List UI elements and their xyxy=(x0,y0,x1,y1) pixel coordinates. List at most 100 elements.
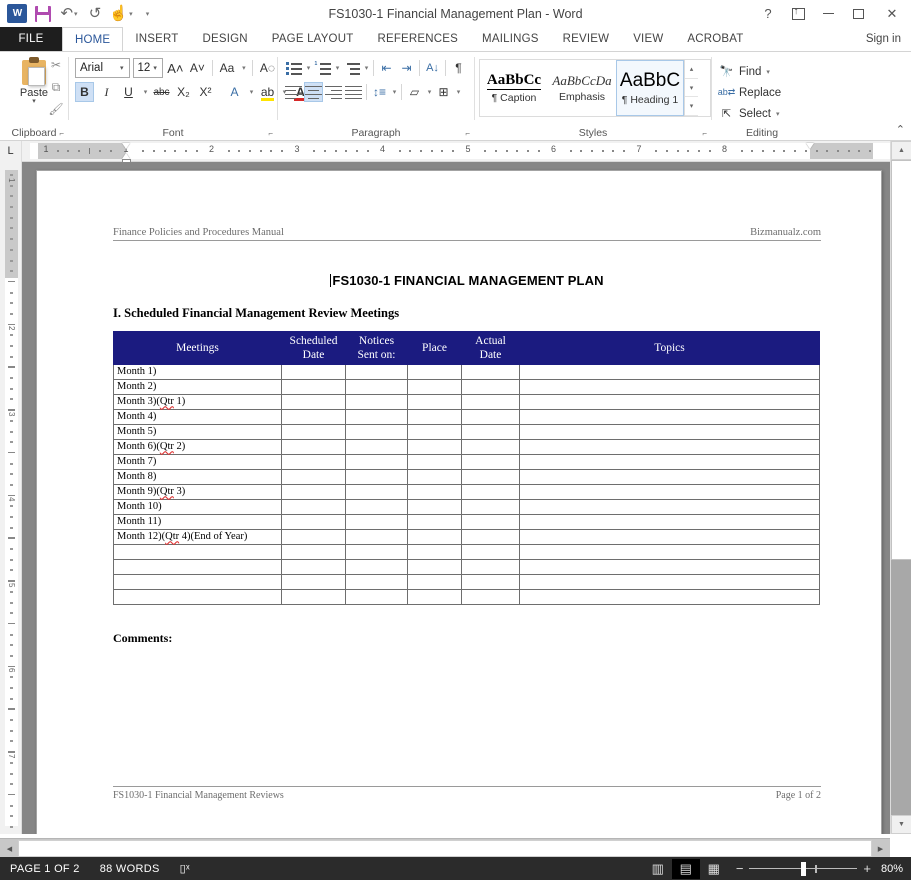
decrease-indent-icon[interactable]: ⇤ xyxy=(377,58,396,78)
align-right-icon[interactable] xyxy=(324,82,343,102)
underline-button[interactable]: U xyxy=(119,82,138,102)
clipboard-dialog-launcher-icon[interactable]: ⌐ xyxy=(59,129,64,138)
italic-button[interactable]: I xyxy=(97,82,116,102)
table-row[interactable]: Month 11) xyxy=(114,515,820,530)
vertical-scroll-track[interactable] xyxy=(891,160,911,815)
cell-empty[interactable] xyxy=(520,530,820,545)
save-icon[interactable] xyxy=(30,2,56,26)
cell-empty[interactable] xyxy=(462,380,520,395)
zoom-in-icon[interactable]: + xyxy=(863,861,871,876)
cell-empty[interactable] xyxy=(408,395,462,410)
cell-meeting[interactable]: Month 4) xyxy=(114,410,282,425)
print-layout-view-icon[interactable]: ▤ xyxy=(672,859,700,879)
cell-meeting[interactable] xyxy=(114,560,282,575)
cell-meeting[interactable]: Month 11) xyxy=(114,515,282,530)
cell-empty[interactable] xyxy=(346,380,408,395)
cell-empty[interactable] xyxy=(408,455,462,470)
change-case-caret-icon[interactable]: ▾ xyxy=(239,58,247,78)
cell-empty[interactable] xyxy=(282,500,346,515)
cell-empty[interactable] xyxy=(346,530,408,545)
strikethrough-button[interactable]: abc xyxy=(152,82,171,102)
cell-empty[interactable] xyxy=(282,425,346,440)
table-row[interactable]: Month 5) xyxy=(114,425,820,440)
cell-empty[interactable] xyxy=(462,560,520,575)
subscript-button[interactable]: X₂ xyxy=(174,82,193,102)
numbering-icon[interactable]: 1 xyxy=(313,58,332,78)
multilevel-list-icon[interactable] xyxy=(342,58,361,78)
cell-empty[interactable] xyxy=(282,455,346,470)
page-count-status[interactable]: PAGE 1 OF 2 xyxy=(0,863,90,875)
cell-meeting[interactable]: Month 10) xyxy=(114,500,282,515)
table-row[interactable]: Month 7) xyxy=(114,455,820,470)
cell-empty[interactable] xyxy=(346,410,408,425)
cell-empty[interactable] xyxy=(408,365,462,380)
cell-empty[interactable] xyxy=(346,485,408,500)
vertical-ruler[interactable]: 1234567 xyxy=(0,162,22,834)
line-spacing-icon[interactable]: ↕≡ xyxy=(370,82,389,102)
cell-empty[interactable] xyxy=(282,560,346,575)
text-effects-caret-icon[interactable]: ▾ xyxy=(247,82,255,102)
cell-empty[interactable] xyxy=(520,425,820,440)
cell-empty[interactable] xyxy=(346,515,408,530)
cell-empty[interactable] xyxy=(408,500,462,515)
cell-empty[interactable] xyxy=(346,560,408,575)
undo-icon[interactable]: ↶▾ xyxy=(56,2,82,26)
zoom-slider[interactable]: − + xyxy=(728,861,879,876)
cell-empty[interactable] xyxy=(408,515,462,530)
bullets-icon[interactable] xyxy=(284,58,303,78)
chevron-down-icon[interactable]: ▾ xyxy=(117,64,127,72)
vertical-scrollbar[interactable]: ▲ ▼ xyxy=(890,141,911,834)
cell-empty[interactable] xyxy=(462,410,520,425)
tab-insert[interactable]: INSERT xyxy=(123,27,190,51)
scroll-left-icon[interactable]: ◀ xyxy=(1,840,18,857)
minimize-icon[interactable] xyxy=(813,0,843,27)
table-row[interactable]: Month 4) xyxy=(114,410,820,425)
read-mode-view-icon[interactable]: ▥ xyxy=(644,859,672,879)
cell-empty[interactable] xyxy=(520,515,820,530)
table-row[interactable]: Month 10) xyxy=(114,500,820,515)
cell-empty[interactable] xyxy=(282,485,346,500)
cut-icon[interactable]: ✂ xyxy=(46,56,66,74)
cell-meeting[interactable]: Month 8) xyxy=(114,470,282,485)
copy-icon[interactable]: ⧉ xyxy=(46,78,66,96)
document-page[interactable]: Finance Policies and Procedures Manual B… xyxy=(36,170,882,834)
cell-empty[interactable] xyxy=(408,425,462,440)
select-caret-icon[interactable]: ▾ xyxy=(776,110,780,118)
zoom-out-icon[interactable]: − xyxy=(736,861,744,876)
font-name-combobox[interactable]: Arial ▾ xyxy=(75,58,130,78)
cell-empty[interactable] xyxy=(462,470,520,485)
change-case-icon[interactable]: Aa xyxy=(217,58,236,78)
cell-meeting[interactable]: Month 7) xyxy=(114,455,282,470)
table-row[interactable]: Month 1) xyxy=(114,365,820,380)
cell-empty[interactable] xyxy=(346,425,408,440)
cell-empty[interactable] xyxy=(346,365,408,380)
cell-empty[interactable] xyxy=(462,515,520,530)
cell-empty[interactable] xyxy=(408,380,462,395)
collapse-ribbon-icon[interactable]: ⌃ xyxy=(896,123,905,136)
cell-empty[interactable] xyxy=(462,575,520,590)
cell-empty[interactable] xyxy=(520,455,820,470)
cell-meeting[interactable]: Month 12)(Qtr 4)(End of Year) xyxy=(114,530,282,545)
grow-font-icon[interactable]: A˄ xyxy=(166,58,185,78)
chevron-down-icon[interactable]: ▾ xyxy=(150,64,160,72)
format-painter-icon[interactable]: 🖌 xyxy=(46,100,66,118)
cell-empty[interactable] xyxy=(282,470,346,485)
cell-empty[interactable] xyxy=(346,395,408,410)
cell-meeting[interactable]: Month 3)(Qtr 1) xyxy=(114,395,282,410)
cell-meeting[interactable]: Month 6)(Qtr 2) xyxy=(114,440,282,455)
ruler-track[interactable]: 112345678 xyxy=(30,143,903,159)
cell-empty[interactable] xyxy=(282,530,346,545)
cell-empty[interactable] xyxy=(520,575,820,590)
cell-empty[interactable] xyxy=(282,545,346,560)
text-highlight-color-icon[interactable]: ab xyxy=(258,82,277,102)
replace-button[interactable]: ab⇄ Replace xyxy=(718,82,812,103)
cell-empty[interactable] xyxy=(408,590,462,605)
table-row[interactable] xyxy=(114,560,820,575)
cell-empty[interactable] xyxy=(346,500,408,515)
multilevel-caret-icon[interactable]: ▾ xyxy=(362,58,370,78)
indent-markers[interactable] xyxy=(122,143,131,159)
table-row[interactable]: Month 2) xyxy=(114,380,820,395)
cell-empty[interactable] xyxy=(408,485,462,500)
numbering-caret-icon[interactable]: ▾ xyxy=(333,58,341,78)
select-button[interactable]: ⇱ Select ▾ xyxy=(718,103,812,124)
